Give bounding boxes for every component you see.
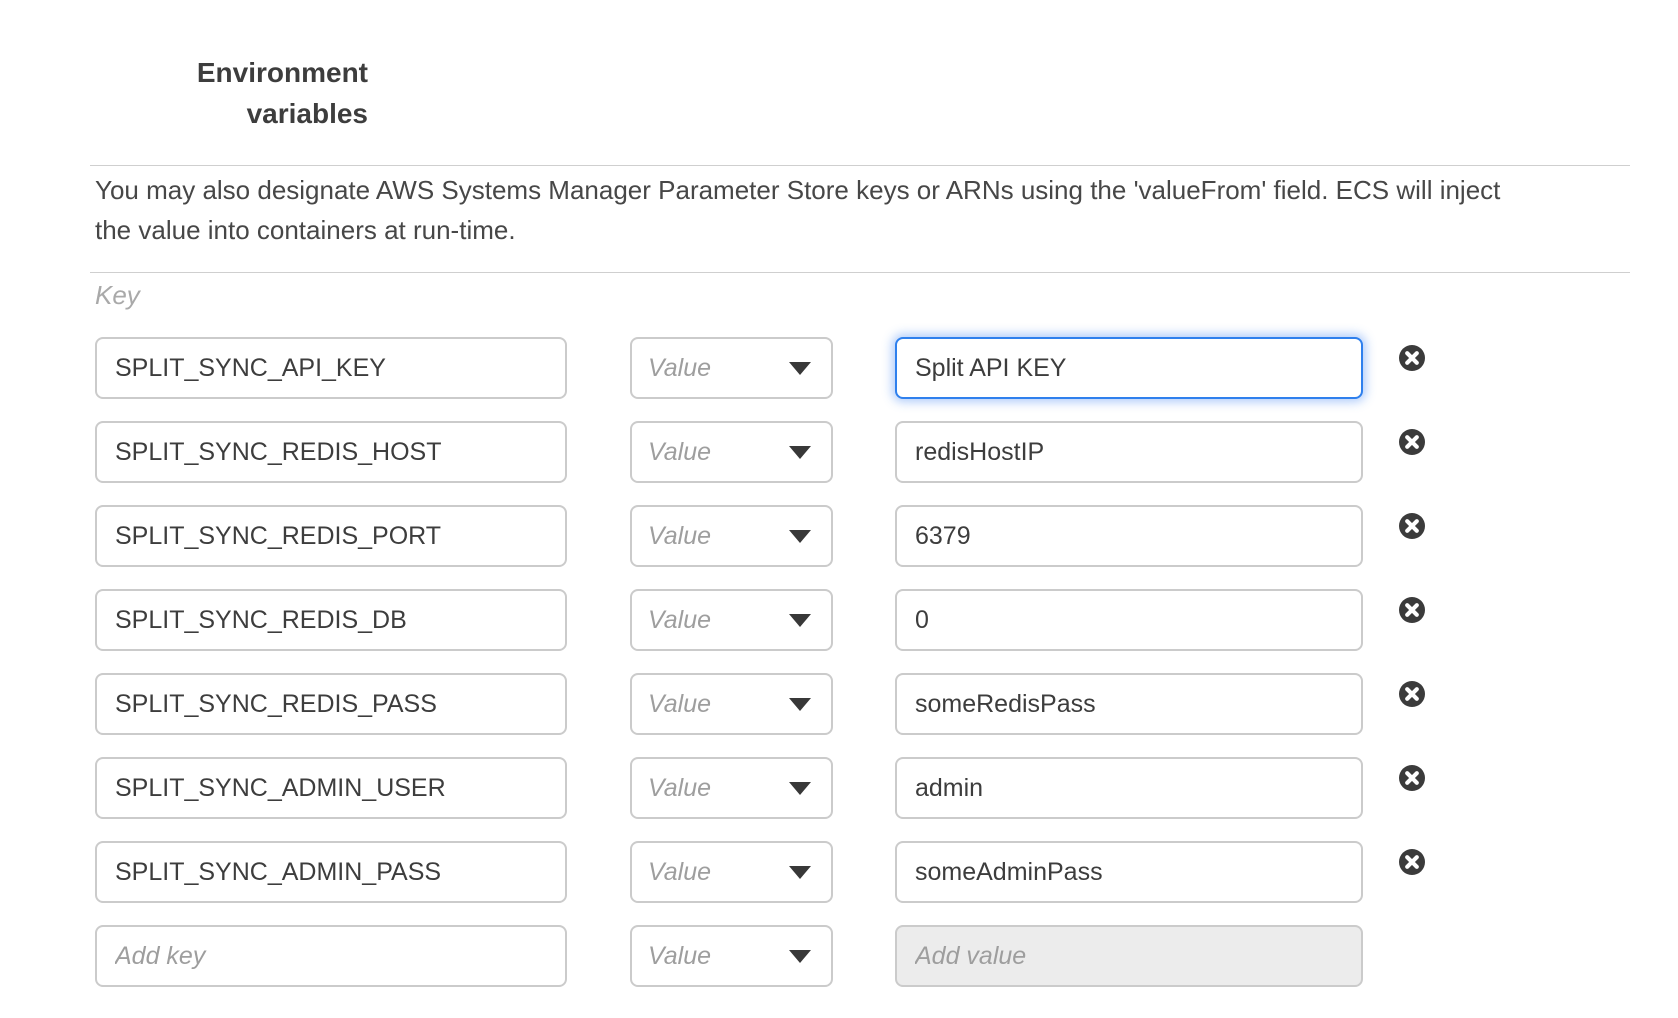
description-line: You may also designate AWS Systems Manag… bbox=[95, 170, 1635, 210]
remove-row-button[interactable] bbox=[1398, 680, 1426, 708]
key-column-header: Key bbox=[95, 280, 140, 311]
value-input[interactable] bbox=[895, 505, 1363, 567]
key-input[interactable] bbox=[95, 505, 567, 567]
dropdown-selected-label: Value bbox=[648, 774, 711, 803]
divider-bottom bbox=[90, 272, 1630, 273]
circle-x-icon bbox=[1398, 596, 1426, 624]
dropdown-selected-label: Value bbox=[648, 606, 711, 635]
value-input[interactable] bbox=[895, 841, 1363, 903]
remove-row-button[interactable] bbox=[1398, 764, 1426, 792]
remove-row-button[interactable] bbox=[1398, 344, 1426, 372]
circle-x-icon bbox=[1398, 764, 1426, 792]
circle-x-icon bbox=[1398, 680, 1426, 708]
value-type-dropdown[interactable]: Value bbox=[630, 841, 833, 903]
add-value-input[interactable] bbox=[895, 925, 1363, 987]
dropdown-selected-label: Value bbox=[648, 942, 711, 971]
add-env-var-row: Value bbox=[0, 925, 1678, 987]
key-input[interactable] bbox=[95, 673, 567, 735]
dropdown-selected-label: Value bbox=[648, 522, 711, 551]
remove-row-button[interactable] bbox=[1398, 428, 1426, 456]
env-var-row: Value bbox=[0, 505, 1678, 567]
value-input[interactable] bbox=[895, 673, 1363, 735]
env-var-row: Value bbox=[0, 841, 1678, 903]
key-input[interactable] bbox=[95, 757, 567, 819]
value-input[interactable] bbox=[895, 589, 1363, 651]
key-input[interactable] bbox=[95, 337, 567, 399]
description-text: You may also designate AWS Systems Manag… bbox=[95, 170, 1635, 250]
chevron-down-icon bbox=[789, 866, 811, 879]
remove-row-button[interactable] bbox=[1398, 596, 1426, 624]
chevron-down-icon bbox=[789, 950, 811, 963]
key-input[interactable] bbox=[95, 841, 567, 903]
circle-x-icon bbox=[1398, 344, 1426, 372]
chevron-down-icon bbox=[789, 782, 811, 795]
value-type-dropdown[interactable]: Value bbox=[630, 925, 833, 987]
dropdown-selected-label: Value bbox=[648, 354, 711, 383]
add-key-input[interactable] bbox=[95, 925, 567, 987]
description-line: the value into containers at run-time. bbox=[95, 210, 1635, 250]
value-type-dropdown[interactable]: Value bbox=[630, 589, 833, 651]
chevron-down-icon bbox=[789, 614, 811, 627]
env-var-row: Value bbox=[0, 337, 1678, 399]
value-type-dropdown[interactable]: Value bbox=[630, 337, 833, 399]
section-label: Environment variables bbox=[90, 52, 368, 134]
value-input[interactable] bbox=[895, 757, 1363, 819]
dropdown-selected-label: Value bbox=[648, 438, 711, 467]
remove-row-button[interactable] bbox=[1398, 512, 1426, 540]
remove-row-button[interactable] bbox=[1398, 848, 1426, 876]
divider-top bbox=[90, 165, 1630, 166]
value-input[interactable] bbox=[895, 337, 1363, 399]
value-type-dropdown[interactable]: Value bbox=[630, 421, 833, 483]
chevron-down-icon bbox=[789, 446, 811, 459]
environment-variables-section: Environment variables You may also desig… bbox=[0, 0, 1678, 1018]
value-type-dropdown[interactable]: Value bbox=[630, 673, 833, 735]
env-var-row: Value bbox=[0, 673, 1678, 735]
dropdown-selected-label: Value bbox=[648, 858, 711, 887]
chevron-down-icon bbox=[789, 530, 811, 543]
value-input[interactable] bbox=[895, 421, 1363, 483]
circle-x-icon bbox=[1398, 848, 1426, 876]
key-input[interactable] bbox=[95, 589, 567, 651]
dropdown-selected-label: Value bbox=[648, 690, 711, 719]
value-type-dropdown[interactable]: Value bbox=[630, 505, 833, 567]
value-type-dropdown[interactable]: Value bbox=[630, 757, 833, 819]
circle-x-icon bbox=[1398, 428, 1426, 456]
env-var-row: Value bbox=[0, 757, 1678, 819]
chevron-down-icon bbox=[789, 362, 811, 375]
circle-x-icon bbox=[1398, 512, 1426, 540]
env-var-row: Value bbox=[0, 421, 1678, 483]
chevron-down-icon bbox=[789, 698, 811, 711]
key-input[interactable] bbox=[95, 421, 567, 483]
env-var-row: Value bbox=[0, 589, 1678, 651]
